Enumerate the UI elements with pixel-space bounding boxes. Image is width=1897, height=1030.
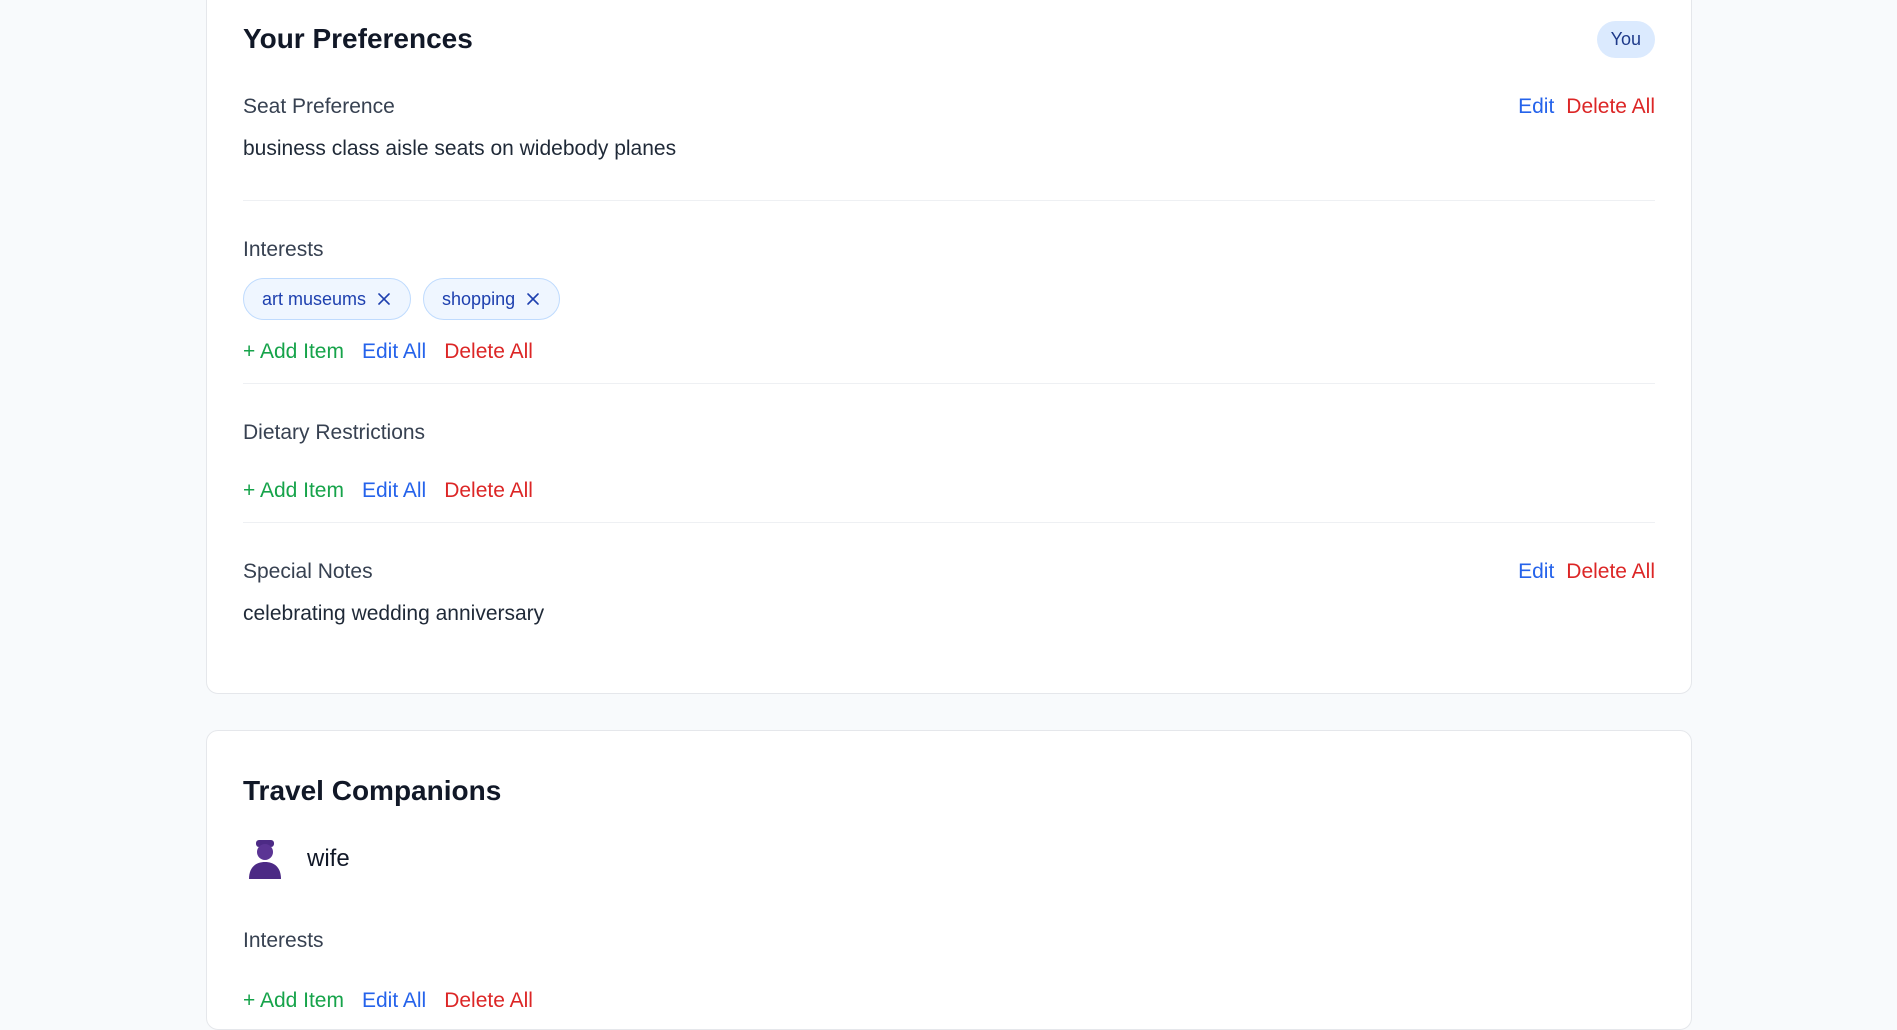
interests-edit-all-button[interactable]: Edit All xyxy=(362,340,426,364)
companion-add-item-button[interactable]: + Add Item xyxy=(243,989,344,1013)
interests-chips: art museums shopping xyxy=(243,278,1655,320)
interests-label: Interests xyxy=(243,238,324,261)
dietary-restrictions-section: Dietary Restrictions + Add Item Edit All… xyxy=(243,384,1655,523)
you-badge: You xyxy=(1596,20,1655,58)
seat-delete-all-button[interactable]: Delete All xyxy=(1566,95,1655,119)
seat-preference-label: Seat Preference xyxy=(243,95,395,118)
preferences-header: Your Preferences You xyxy=(243,19,1655,59)
seat-edit-button[interactable]: Edit xyxy=(1518,95,1554,119)
interest-chip: art museums xyxy=(243,278,412,320)
interest-chip-label: art museums xyxy=(262,288,367,309)
companions-title: Travel Companions xyxy=(243,775,502,806)
special-notes-section: Special Notes Edit Delete All celebratin… xyxy=(243,523,1655,653)
dietary-add-item-button[interactable]: + Add Item xyxy=(243,479,344,503)
seat-preference-value: business class aisle seats on widebody p… xyxy=(243,137,677,160)
dietary-delete-all-button[interactable]: Delete All xyxy=(444,479,533,503)
companion-delete-all-button[interactable]: Delete All xyxy=(444,989,533,1013)
special-notes-label: Special Notes xyxy=(243,560,373,583)
companions-card: Travel Companions wife Interests + Add I… xyxy=(206,730,1692,1030)
dietary-restrictions-label: Dietary Restrictions xyxy=(243,421,426,444)
companion-item: wife xyxy=(243,837,1655,881)
companions-header: Travel Companions xyxy=(243,771,1655,811)
interests-delete-all-button[interactable]: Delete All xyxy=(444,340,533,364)
interests-section: Interests art museums shopping + Add Ite… xyxy=(243,201,1655,384)
interests-add-item-button[interactable]: + Add Item xyxy=(243,340,344,364)
remove-icon[interactable] xyxy=(376,291,392,307)
dietary-edit-all-button[interactable]: Edit All xyxy=(362,479,426,503)
notes-edit-button[interactable]: Edit xyxy=(1518,560,1554,584)
special-notes-value: celebrating wedding anniversary xyxy=(243,602,545,625)
preferences-title: Your Preferences xyxy=(243,23,473,54)
interest-chip: shopping xyxy=(423,278,561,320)
companion-edit-all-button[interactable]: Edit All xyxy=(362,989,426,1013)
companion-interests-label: Interests xyxy=(243,929,324,952)
companion-interests-section: Interests + Add Item Edit All Delete All xyxy=(243,929,1655,1013)
remove-icon[interactable] xyxy=(525,291,541,307)
interest-chip-label: shopping xyxy=(442,288,516,309)
companion-name: wife xyxy=(307,845,350,872)
person-avatar-icon xyxy=(249,840,281,879)
seat-preference-section: Seat Preference Edit Delete All business… xyxy=(243,59,1655,201)
preferences-card: Your Preferences You Seat Preference Edi… xyxy=(206,0,1692,694)
notes-delete-all-button[interactable]: Delete All xyxy=(1566,560,1655,584)
